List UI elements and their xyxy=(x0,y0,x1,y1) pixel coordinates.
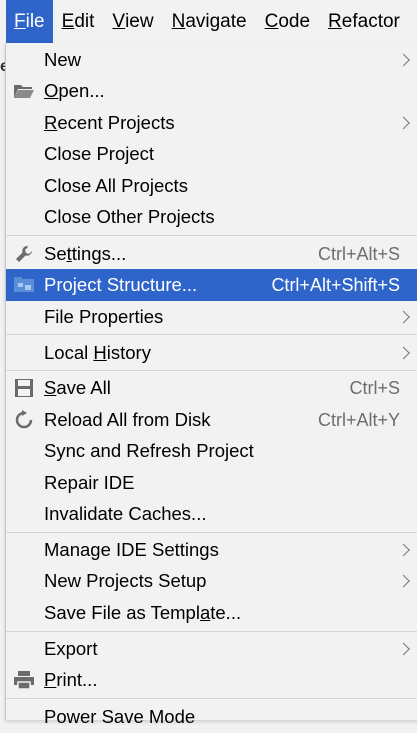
menubar-label: ode xyxy=(278,10,311,32)
menubar-mnemonic: F xyxy=(14,10,26,32)
menubar-label: avigate xyxy=(185,10,247,32)
menu-item-new-projects-setup[interactable]: New Projects Setup xyxy=(6,565,417,597)
menu-separator xyxy=(6,370,417,371)
menubar-mnemonic: E xyxy=(61,10,75,32)
menubar-file[interactable]: File xyxy=(6,0,53,43)
menu-item-recent-projects[interactable]: Recent Projects xyxy=(6,107,417,139)
menu-item-label: Save All xyxy=(44,377,111,398)
menubar-refactor[interactable]: Refactor xyxy=(319,0,409,43)
menubar-mnemonic: R xyxy=(328,10,342,32)
menu-item-label: New xyxy=(44,49,82,70)
menu-item-label: New Projects Setup xyxy=(44,570,207,591)
menubar-mnemonic: N xyxy=(171,10,186,32)
menu-item-label: Reload All from Disk xyxy=(44,409,211,430)
menu-item-label: Project Structure... xyxy=(44,274,198,295)
menu-item-label: Open... xyxy=(44,80,105,101)
menu-item-save-all[interactable]: Save All Ctrl+S xyxy=(6,372,417,404)
menu-separator xyxy=(6,334,417,335)
submenu-arrow-icon xyxy=(397,310,410,324)
menu-item-project-structure[interactable]: Project Structure... Ctrl+Alt+Shift+S xyxy=(6,269,417,301)
project-structure-icon xyxy=(12,274,36,296)
menu-item-power-save-mode[interactable]: Power Save Mode xyxy=(6,701,417,733)
menu-item-close-other-projects[interactable]: Close Other Projects xyxy=(6,201,417,233)
menu-item-label: File Properties xyxy=(44,306,164,327)
menu-item-manage-ide-settings[interactable]: Manage IDE Settings xyxy=(6,534,417,566)
print-icon xyxy=(12,669,36,691)
menu-item-shortcut: Ctrl+Alt+S xyxy=(317,243,400,264)
menu-item-label: Close All Projects xyxy=(44,175,188,196)
folder-open-icon xyxy=(12,80,36,102)
menu-item-local-history[interactable]: Local History xyxy=(6,337,417,369)
menubar-label: efactor xyxy=(341,10,400,32)
submenu-arrow-icon xyxy=(397,642,410,656)
submenu-arrow-icon xyxy=(397,53,410,67)
menu-item-repair-ide[interactable]: Repair IDE xyxy=(6,467,417,499)
menu-item-file-properties[interactable]: File Properties xyxy=(6,301,417,333)
menu-item-shortcut: Ctrl+Alt+Shift+S xyxy=(271,274,400,295)
menu-item-close-all-projects[interactable]: Close All Projects xyxy=(6,170,417,202)
menu-item-label: Settings... xyxy=(44,243,127,264)
menubar-label: iew xyxy=(125,10,154,32)
submenu-arrow-icon xyxy=(397,346,410,360)
menu-bar: File Edit View Navigate Code Refactor xyxy=(0,0,417,43)
menu-item-export[interactable]: Export xyxy=(6,633,417,665)
menu-item-print[interactable]: Print... xyxy=(6,664,417,696)
menu-separator xyxy=(6,631,417,632)
wrench-icon xyxy=(12,243,36,265)
menu-item-label: Repair IDE xyxy=(44,472,135,493)
save-icon xyxy=(12,377,36,399)
menu-item-label: Invalidate Caches... xyxy=(44,503,207,524)
menu-item-settings[interactable]: Settings... Ctrl+Alt+S xyxy=(6,238,417,270)
menu-item-label: Power Save Mode xyxy=(44,706,196,727)
file-menu: New Open... Recent Projects Close Projec… xyxy=(5,43,417,727)
menubar-code[interactable]: Code xyxy=(256,0,319,43)
menu-item-label: Local History xyxy=(44,342,151,363)
menu-item-close-project[interactable]: Close Project xyxy=(6,138,417,170)
menubar-mnemonic: V xyxy=(112,10,126,32)
menu-item-open[interactable]: Open... xyxy=(6,75,417,107)
reload-icon xyxy=(12,409,36,431)
menu-item-invalidate-caches[interactable]: Invalidate Caches... xyxy=(6,498,417,530)
menu-item-reload-all[interactable]: Reload All from Disk Ctrl+Alt+Y xyxy=(6,404,417,436)
menubar-edit[interactable]: Edit xyxy=(53,0,104,43)
menu-item-label: Export xyxy=(44,638,98,659)
menu-item-label: Close Other Projects xyxy=(44,206,215,227)
menu-item-label: Manage IDE Settings xyxy=(44,539,219,560)
menu-item-shortcut: Ctrl+Alt+Y xyxy=(317,409,400,430)
menubar-view[interactable]: View xyxy=(103,0,162,43)
menubar-mnemonic: C xyxy=(264,10,279,32)
menubar-label: dit xyxy=(74,10,95,32)
menu-item-label: Sync and Refresh Project xyxy=(44,440,254,461)
menu-item-shortcut: Ctrl+S xyxy=(349,377,400,398)
submenu-arrow-icon xyxy=(397,116,410,130)
menu-item-save-file-as-template[interactable]: Save File as Template... xyxy=(6,597,417,629)
menu-separator xyxy=(6,698,417,699)
menu-item-label: Save File as Template... xyxy=(44,602,242,623)
menubar-navigate[interactable]: Navigate xyxy=(163,0,256,43)
menu-item-label: Recent Projects xyxy=(44,112,175,133)
submenu-arrow-icon xyxy=(397,574,410,588)
menu-item-sync-refresh[interactable]: Sync and Refresh Project xyxy=(6,435,417,467)
menu-item-new[interactable]: New xyxy=(6,44,417,76)
menu-separator xyxy=(6,532,417,533)
menu-separator xyxy=(6,235,417,236)
menu-item-label: Close Project xyxy=(44,143,155,164)
submenu-arrow-icon xyxy=(397,543,410,557)
menubar-label: ile xyxy=(25,10,45,32)
menu-item-label: Print... xyxy=(44,669,98,690)
